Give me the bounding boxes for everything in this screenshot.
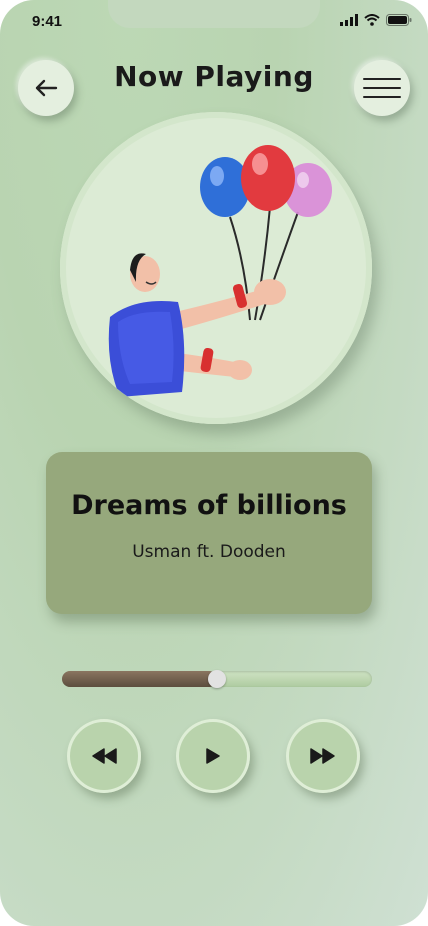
- status-icons: [340, 14, 412, 26]
- balloons-illustration: [108, 145, 332, 397]
- progress-thumb[interactable]: [208, 670, 226, 688]
- status-time: 9:41: [32, 13, 63, 30]
- progress-fill: [62, 671, 217, 687]
- menu-button[interactable]: [354, 60, 410, 116]
- rewind-button[interactable]: [67, 719, 141, 793]
- artist-name: Usman ft. Dooden: [132, 542, 286, 562]
- play-icon: [206, 748, 220, 764]
- play-button[interactable]: [176, 719, 250, 793]
- track-info-card: Dreams of billions Usman ft. Dooden: [46, 452, 372, 614]
- fast-forward-icon: [310, 748, 335, 764]
- rewind-icon: [92, 748, 117, 764]
- wifi-icon: [364, 14, 380, 26]
- battery-icon: [386, 14, 412, 26]
- phone-screen: 9:41 Now Playing Dreams of billions Usma…: [0, 0, 428, 926]
- cellular-signal-icon: [340, 14, 358, 26]
- fast-forward-button[interactable]: [286, 719, 360, 793]
- song-title: Dreams of billions: [71, 490, 347, 521]
- progress-bar[interactable]: [62, 670, 372, 688]
- notch: [108, 0, 320, 28]
- hamburger-menu-icon: [363, 78, 401, 98]
- album-artwork: [60, 112, 372, 424]
